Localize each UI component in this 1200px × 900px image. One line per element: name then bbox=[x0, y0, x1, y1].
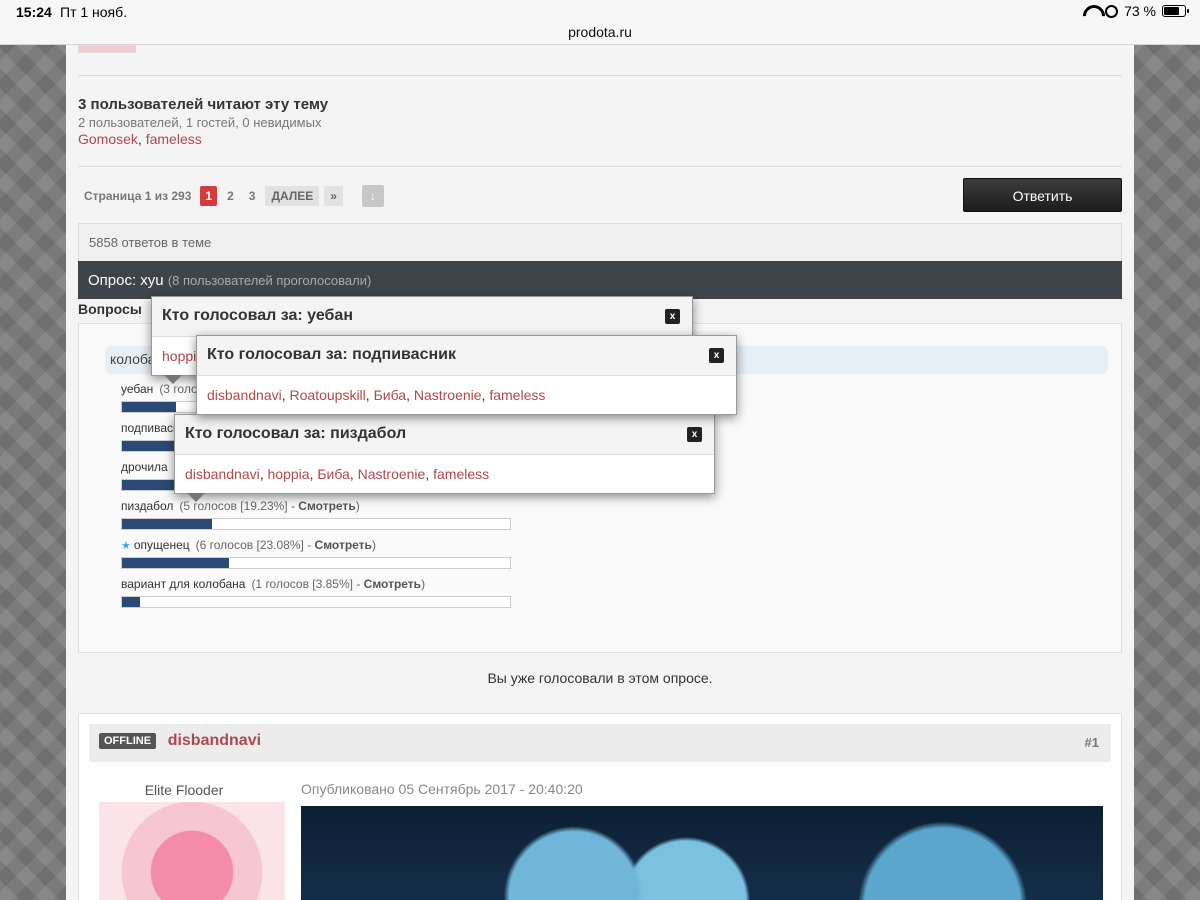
popup-title: Кто голосовал за: пиздабол x bbox=[175, 415, 714, 455]
poll-option-bar-fill bbox=[122, 519, 212, 529]
poll-voters-count: (8 пользователей проголосовали) bbox=[167, 273, 372, 288]
poll-option-bar-fill bbox=[122, 402, 176, 412]
poll-option-bar bbox=[121, 518, 511, 530]
voters-popup-podpivasnik: Кто голосовал за: подпивасник x disbandn… bbox=[196, 335, 737, 415]
readers-summary: 2 пользователей, 1 гостей, 0 невидимых bbox=[78, 115, 322, 130]
poll-option-bar bbox=[121, 557, 511, 569]
pagination: Страница 1 из 293 1 2 3 ДАЛЕЕ » ↓ bbox=[84, 185, 384, 207]
divider bbox=[78, 75, 1122, 76]
poll-option-text: вариант для колобана (1 голосов [3.85%] -… bbox=[121, 575, 621, 593]
poll-option-label: вариант для колобана bbox=[121, 577, 246, 591]
popup-title: Кто голосовал за: подпивасник x bbox=[197, 336, 736, 376]
voters-popup-pizdabol: Кто голосовал за: пиздабол x disbandnavi… bbox=[174, 414, 715, 502]
voter-link[interactable]: disbandnavi bbox=[207, 387, 282, 403]
poll-option-text: ★ опущенец (6 голосов [23.08%] - Смотреть) bbox=[121, 536, 621, 554]
poll-option: ★ опущенец (6 голосов [23.08%] - Смотреть) bbox=[121, 536, 621, 569]
readers-users: Gomosek, fameless bbox=[78, 131, 202, 147]
popup-title: Кто голосовал за: уебан x bbox=[152, 297, 692, 337]
poll-option-bar bbox=[121, 596, 511, 608]
reader-link[interactable]: Gomosek bbox=[78, 131, 138, 147]
status-date: Пт 1 нояб. bbox=[60, 4, 128, 20]
poll-option-label: пиздабол bbox=[121, 499, 174, 513]
wifi-icon bbox=[1083, 5, 1099, 17]
forum-post: OFFLINE disbandnavi #1 Elite Flooder Опу… bbox=[78, 713, 1122, 900]
poll-option: вариант для колобана (1 голосов [3.85%] -… bbox=[121, 575, 621, 608]
popup-voters: disbandnavi, Roatoupskill, Биба, Nastroe… bbox=[207, 387, 546, 403]
poll-option-bar-fill bbox=[122, 597, 140, 607]
questions-label: Вопросы bbox=[78, 301, 142, 317]
view-voters-link[interactable]: Смотреть bbox=[364, 577, 421, 591]
poll-title: Опрос: xyu bbox=[88, 272, 164, 289]
previous-avatar bbox=[78, 45, 136, 53]
star-icon: ★ bbox=[121, 540, 131, 552]
voter-link[interactable]: hoppi bbox=[162, 348, 196, 364]
battery-icon bbox=[1162, 5, 1189, 17]
address-bar-url[interactable]: prodota.ru bbox=[0, 24, 1200, 40]
voter-link[interactable]: Биба bbox=[317, 466, 350, 482]
close-icon[interactable]: x bbox=[665, 309, 680, 324]
reply-button[interactable]: Ответить bbox=[963, 178, 1122, 212]
page-link-current[interactable]: 1 bbox=[200, 186, 218, 206]
close-icon[interactable]: x bbox=[709, 348, 724, 363]
view-voters-link[interactable]: Смотреть bbox=[315, 538, 372, 552]
poll-option-label: уебан bbox=[121, 382, 154, 396]
jump-down-icon[interactable]: ↓ bbox=[361, 185, 384, 207]
post-number-link[interactable]: #1 bbox=[1085, 735, 1099, 750]
voter-link[interactable]: hoppia bbox=[268, 466, 310, 482]
popup-title-text: Кто голосовал за: пиздабол bbox=[185, 425, 407, 442]
readers-title: 3 пользователей читают эту тему bbox=[78, 96, 329, 113]
status-indicators: 73 % bbox=[1083, 3, 1189, 19]
view-voters-link[interactable]: Смотреть bbox=[298, 499, 355, 513]
voter-link[interactable]: Nastroenie bbox=[358, 466, 426, 482]
poll-option-votes: (1 голосов [3.85%] - Смотреть) bbox=[251, 577, 426, 591]
page-count-label: Страница 1 из 293 bbox=[84, 189, 192, 203]
user-rank: Elite Flooder bbox=[144, 782, 224, 798]
post-image[interactable] bbox=[301, 806, 1103, 900]
next-page-button[interactable]: ДАЛЕЕ bbox=[265, 186, 320, 206]
reader-link[interactable]: fameless bbox=[146, 131, 202, 147]
poll-option-votes: (5 голосов [19.23%] - Смотреть) bbox=[179, 499, 360, 513]
orientation-lock-icon bbox=[1105, 4, 1119, 18]
poll-option-label: дрочила bbox=[121, 460, 168, 474]
divider bbox=[78, 166, 1122, 167]
poll-option-bar-fill bbox=[122, 558, 230, 568]
last-page-button[interactable]: » bbox=[324, 186, 343, 206]
popup-title-text: Кто голосовал за: уебан bbox=[162, 307, 353, 324]
post-date: Опубликовано 05 Сентябрь 2017 - 20:40:20 bbox=[301, 781, 583, 797]
close-icon[interactable]: x bbox=[687, 427, 702, 442]
avatar[interactable] bbox=[99, 802, 285, 900]
poll-option-label: опущенец bbox=[133, 538, 190, 552]
voter-link[interactable]: fameless bbox=[433, 466, 489, 482]
page-link[interactable]: 2 bbox=[222, 186, 239, 206]
replies-count: 5858 ответов в теме bbox=[78, 223, 1122, 261]
status-badge: OFFLINE bbox=[99, 733, 157, 749]
popup-title-text: Кто голосовал за: подпивасник bbox=[207, 346, 456, 363]
voter-link[interactable]: disbandnavi bbox=[185, 466, 260, 482]
voter-link[interactable]: fameless bbox=[489, 387, 545, 403]
readers-block: 3 пользователей читают эту тему 2 пользо… bbox=[78, 96, 678, 147]
voter-link[interactable]: Roatoupskill bbox=[290, 387, 366, 403]
post-header: OFFLINE disbandnavi #1 bbox=[89, 724, 1111, 762]
battery-percent: 73 % bbox=[1124, 3, 1156, 19]
poll-option-votes: (6 голосов [23.08%] - Смотреть) bbox=[195, 538, 376, 552]
page-link[interactable]: 3 bbox=[244, 186, 261, 206]
voter-link[interactable]: Биба bbox=[374, 387, 407, 403]
voter-link[interactable]: Nastroenie bbox=[414, 387, 482, 403]
popup-voters: disbandnavi, hoppia, Биба, Nastroenie, f… bbox=[185, 466, 490, 482]
status-time: 15:24 bbox=[16, 4, 52, 20]
popup-arrow bbox=[164, 375, 182, 384]
status-bar: 15:24 Пт 1 нояб. prodota.ru 73 % bbox=[0, 0, 1200, 45]
post-author-link[interactable]: disbandnavi bbox=[168, 732, 261, 750]
poll-header: Опрос: xyu (8 пользователей проголосовал… bbox=[78, 261, 1122, 299]
already-voted-message: Вы уже голосовали в этом опросе. bbox=[487, 670, 713, 686]
popup-arrow bbox=[187, 493, 205, 502]
